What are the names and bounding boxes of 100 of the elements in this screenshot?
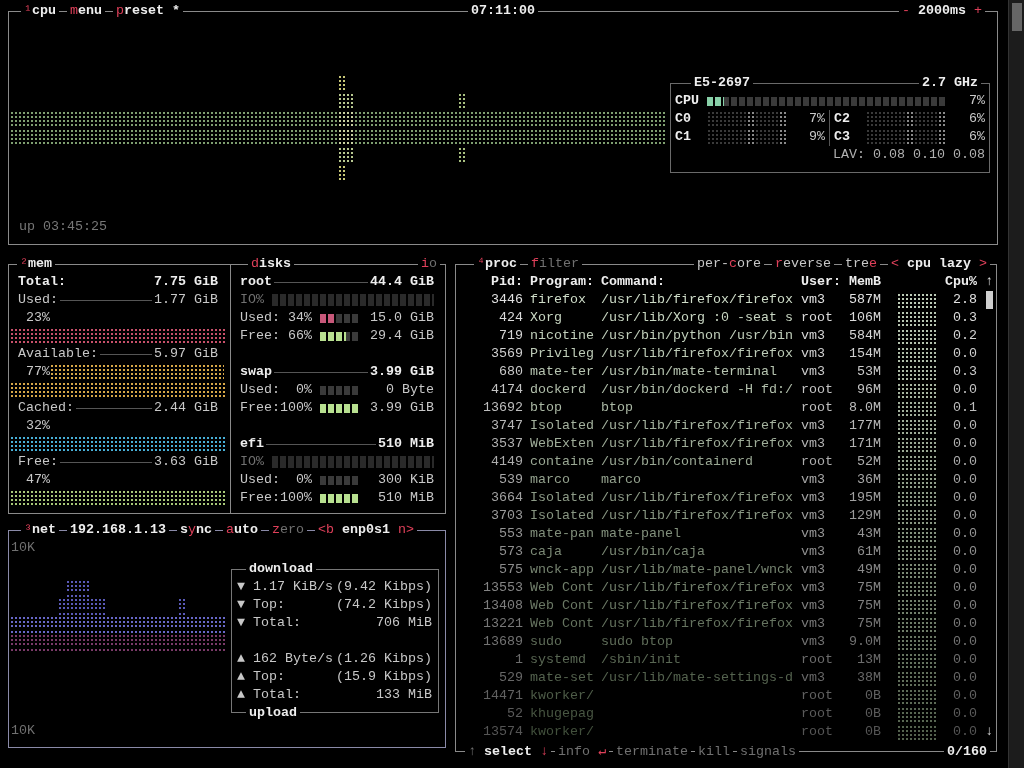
column-header[interactable]: Program: xyxy=(530,273,594,291)
table-cell: /usr/lib/mate-panel/wnck xyxy=(601,561,793,579)
table-cell: /usr/lib/firefox/firefox xyxy=(601,345,793,363)
table-cell-text: vm3 xyxy=(801,471,826,489)
table-cell: Web Cont xyxy=(530,597,594,615)
column-header[interactable]: Command: xyxy=(601,273,793,291)
scrollbar-thumb[interactable] xyxy=(985,291,993,309)
rate-value: 133 MiB xyxy=(376,686,432,704)
download-arrow: ▼ xyxy=(237,614,246,632)
io-label: IO% xyxy=(240,291,264,309)
table-cell: /usr/lib/firefox/firefox xyxy=(601,435,793,453)
table-cell: mate-ter xyxy=(530,363,594,381)
table-cell-text: vm3 xyxy=(801,561,826,579)
column-header[interactable]: Cpu% xyxy=(941,273,977,291)
meter-label: Used: xyxy=(240,309,280,327)
table-cell-text: sudo btop xyxy=(601,633,674,651)
meter-percent: 100% xyxy=(280,399,312,417)
upload-arrow: ▲ xyxy=(237,650,246,668)
table-cell-text: firefox xyxy=(530,291,587,309)
table-cell-text: 3703 xyxy=(490,507,523,525)
table-cell-text: 0.0 xyxy=(952,597,977,615)
memory-value: 5.97 GiB xyxy=(154,345,218,363)
panel-title[interactable]: ¹cpu xyxy=(21,2,59,20)
table-cell-text: mate-panel xyxy=(601,525,682,543)
table-cell-text: vm3 xyxy=(801,615,826,633)
table-cell-text: 3569 xyxy=(490,345,523,363)
rate-label: Total: xyxy=(253,614,301,632)
table-cell: Isolated xyxy=(530,417,594,435)
table-cell: 171M xyxy=(849,435,881,453)
table-cell-text: 424 xyxy=(498,309,523,327)
rate-label: Top: xyxy=(253,668,285,686)
table-cell-text: 0.0 xyxy=(952,489,977,507)
action-option[interactable]: signals xyxy=(737,743,799,761)
table-cell: 106M xyxy=(849,309,881,327)
table-cell-text: 13574 xyxy=(482,723,523,741)
table-cell-text: 13408 xyxy=(482,597,523,615)
meter-value: 15.0 GiB xyxy=(370,309,434,327)
table-cell-text: 553 xyxy=(498,525,523,543)
core-percent: 6% xyxy=(968,110,985,128)
table-cell-text: 0.0 xyxy=(952,345,977,363)
table-cell-text: caja xyxy=(530,543,563,561)
meter-label: Free: xyxy=(240,327,280,345)
table-cell: Isolated xyxy=(530,507,594,525)
disk-size: 44.4 GiB xyxy=(370,273,434,291)
scroll-down-arrow[interactable]: ↓ xyxy=(985,723,993,741)
column-header[interactable]: Pid: xyxy=(475,273,523,291)
table-cell-text: Xorg xyxy=(530,309,563,327)
table-cell: nicotine xyxy=(530,327,594,345)
table-cell: mate-pan xyxy=(530,525,594,543)
column-header[interactable]: MemB xyxy=(849,273,881,291)
rate-label: 162 Byte/s xyxy=(253,650,333,668)
memory-value: 2.44 GiB xyxy=(154,399,218,417)
table-cell-text: 0.0 xyxy=(952,453,977,471)
scroll-up-arrow[interactable]: ↑ xyxy=(985,273,993,291)
hotkey-option[interactable]: preset * xyxy=(113,2,183,20)
table-cell-text: 0.0 xyxy=(952,615,977,633)
meter-label: Free: xyxy=(240,399,280,417)
table-cell-text: vm3 xyxy=(801,327,826,345)
table-cell: mate-set xyxy=(530,669,594,687)
rate-label: 1.17 KiB/s xyxy=(253,578,333,596)
table-cell-text: 75M xyxy=(856,597,881,615)
table-cell: 587M xyxy=(849,291,881,309)
meter-value: 29.4 GiB xyxy=(370,327,434,345)
table-cell: 195M xyxy=(849,489,881,507)
memory-label: Cached: xyxy=(18,399,74,417)
rate-value: (9.42 Kibps) xyxy=(336,578,432,596)
table-cell: /usr/lib/mate-settings-d xyxy=(601,669,793,687)
table-cell-text: root xyxy=(801,309,834,327)
meter-value: 0 Byte xyxy=(386,381,434,399)
memory-percent: 23% xyxy=(26,309,50,327)
table-cell: 129M xyxy=(849,507,881,525)
table-cell: wnck-app xyxy=(530,561,594,579)
core-percent: 6% xyxy=(968,128,985,146)
table-cell-text: systemd xyxy=(530,651,587,669)
uptime-label: up 03:45:25 xyxy=(19,219,107,234)
table-cell-text: btop xyxy=(601,399,634,417)
hotkey-option[interactable]: < cpu lazy > xyxy=(888,255,990,273)
core-label: C1 xyxy=(675,128,692,146)
scrollbar-thumb[interactable] xyxy=(1011,3,1022,31)
table-cell-text: vm3 xyxy=(801,633,826,651)
table-cell: 177M xyxy=(849,417,881,435)
meter-percent: 0% xyxy=(295,381,312,399)
table-cell-text: vm3 xyxy=(801,525,826,543)
table-cell-text: 53M xyxy=(856,363,881,381)
table-cell-text: 0.0 xyxy=(952,723,977,741)
table-cell-text: 0.0 xyxy=(952,633,977,651)
rate-value: 706 MiB xyxy=(376,614,432,632)
table-cell-text: 96M xyxy=(856,381,881,399)
table-cell-text: 13221 xyxy=(482,615,523,633)
column-header[interactable]: User: xyxy=(801,273,849,291)
table-cell: /usr/lib/firefox/firefox xyxy=(601,579,793,597)
scrollbar-track[interactable] xyxy=(1008,0,1024,768)
panel-title[interactable]: ⁴ proc xyxy=(474,255,520,273)
table-cell-text: 75M xyxy=(856,579,881,597)
hotkey-option[interactable]: <b enp0s1 n> xyxy=(315,521,417,539)
upload-title: upload xyxy=(246,704,300,722)
table-cell-text: /usr/bin/containerd xyxy=(601,453,754,471)
table-cell: /usr/bin/dockerd -H fd:/ xyxy=(601,381,793,399)
table-cell-text: 0.3 xyxy=(952,309,977,327)
table-cell-text: 0.0 xyxy=(952,561,977,579)
